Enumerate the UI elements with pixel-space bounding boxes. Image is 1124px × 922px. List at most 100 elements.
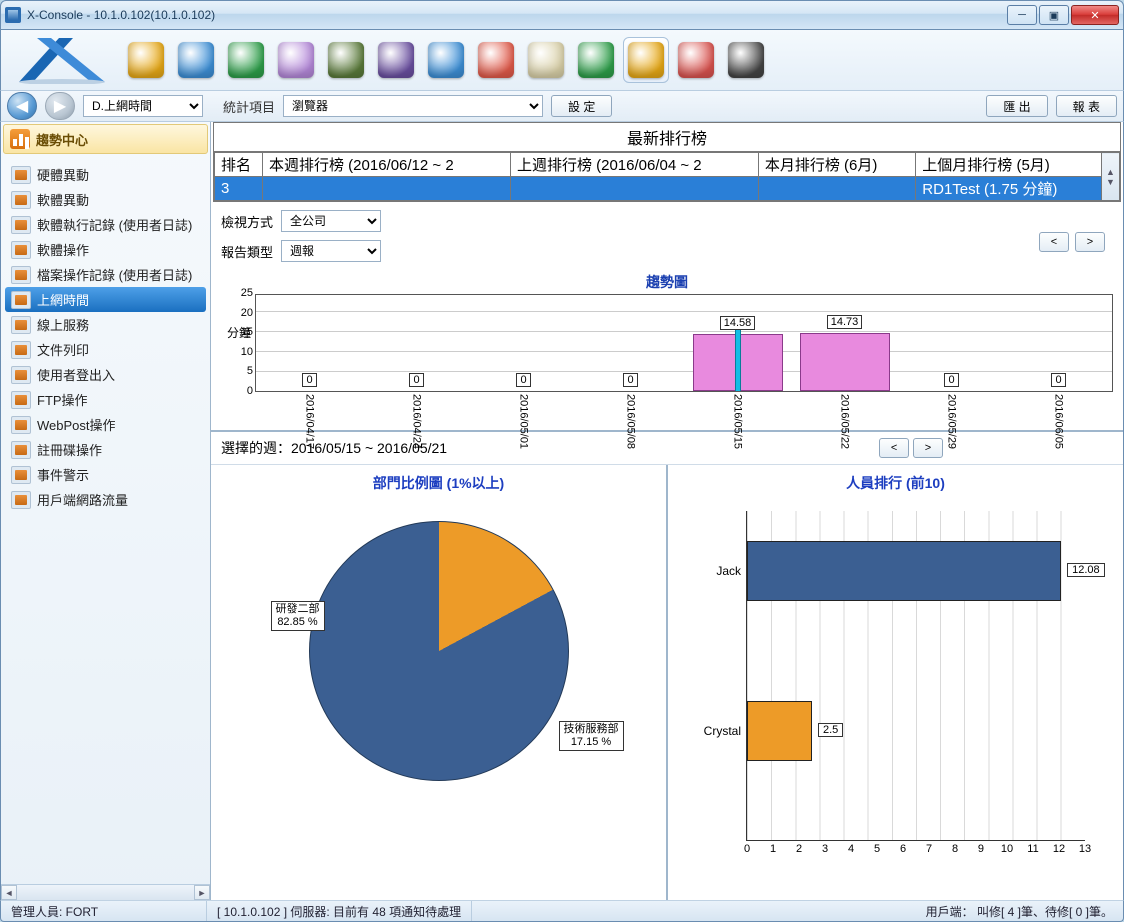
nav-back-button[interactable]: ◀: [7, 92, 37, 120]
sidebar-item-9[interactable]: FTP操作: [5, 387, 206, 412]
screen-export-icon: [428, 42, 464, 78]
week-prev-button[interactable]: <: [879, 438, 909, 458]
ranking-col-thismonth[interactable]: 本月排行榜 (6月): [758, 153, 915, 177]
calculator-icon: [728, 42, 764, 78]
trend-ytick: 15: [241, 326, 256, 338]
stats-label: 統計項目: [223, 97, 275, 116]
scroll-left-icon[interactable]: ◄: [1, 885, 17, 900]
sidebar-item-11[interactable]: 註冊碟操作: [5, 437, 206, 462]
week-next-button[interactable]: >: [913, 438, 943, 458]
window-title: X-Console - 10.1.0.102(10.1.0.102): [27, 8, 1007, 22]
sidebar-hscroll[interactable]: ◄ ►: [1, 884, 210, 900]
app-icon: [5, 7, 21, 23]
toolbar-globe[interactable]: [223, 37, 269, 83]
ranking-col-lastweek[interactable]: 上週排行榜 (2016/06/04 ~ 2: [510, 153, 758, 177]
ranking-row[interactable]: 3 RD1Test (1.75 分鐘): [215, 177, 1120, 201]
sidebar-item-2[interactable]: 軟體執行記錄 (使用者日誌): [5, 212, 206, 237]
sidebar-item-3[interactable]: 軟體操作: [5, 237, 206, 262]
export-button[interactable]: 匯 出: [986, 95, 1047, 117]
report-type-select[interactable]: 週報: [281, 240, 381, 262]
stats-select[interactable]: 瀏覽器: [283, 95, 543, 117]
hbar-category-label: Crystal: [704, 724, 747, 738]
trend-datalabel: 14.73: [827, 315, 863, 329]
toolbar-pie-chart[interactable]: [573, 37, 619, 83]
ranking-scroll-up[interactable]: ▲▼: [1102, 153, 1120, 201]
toolbar-pencil-chart[interactable]: [673, 37, 719, 83]
sidebar-item-10[interactable]: WebPost操作: [5, 412, 206, 437]
hbar-xtick: 1: [770, 840, 776, 855]
scroll-right-icon[interactable]: ►: [194, 885, 210, 900]
hbar-xtick: 5: [874, 840, 880, 855]
toolbar-trend-report[interactable]: [623, 37, 669, 83]
status-bar: 管理人員: FORT [ 10.1.0.102 ] 伺服器: 目前有 48 項通…: [0, 900, 1124, 922]
toolbar-settings-gear[interactable]: [123, 37, 169, 83]
sidebar-item-label: 用戶端網路流量: [37, 490, 128, 509]
trend-ytick: 25: [241, 287, 256, 299]
pie-label-1: 技術服務部17.15 %: [559, 721, 624, 751]
sidebar-item-13[interactable]: 用戶端網路流量: [5, 487, 206, 512]
category-select[interactable]: D.上網時間: [83, 95, 203, 117]
week-selector-row: 選擇的週：2016/05/15 ~ 2016/05/21 < >: [211, 432, 1123, 464]
view-mode-select[interactable]: 全公司: [281, 210, 381, 232]
minimize-button[interactable]: ─: [1007, 5, 1037, 25]
pencil-chart-icon: [678, 42, 714, 78]
trend-ytick: 5: [247, 365, 256, 377]
report-type-label: 報告類型: [221, 242, 273, 261]
clock-icon: [478, 42, 514, 78]
settings-gear-icon: [128, 42, 164, 78]
maximize-button[interactable]: ▣: [1039, 5, 1069, 25]
settings-button[interactable]: 設 定: [551, 95, 612, 117]
sidebar-item-5[interactable]: 上網時間: [5, 287, 206, 312]
hbar-xtick: 10: [1001, 840, 1013, 855]
trend-chart-title: 趨勢圖: [221, 270, 1113, 294]
sidebar-item-label: 檔案操作記錄 (使用者日誌): [37, 265, 192, 284]
close-button[interactable]: ✕: [1071, 5, 1119, 25]
sidebar-item-6[interactable]: 線上服務: [5, 312, 206, 337]
sidebar-item-7[interactable]: 文件列印: [5, 337, 206, 362]
trend-xtick: 2016/04/17: [304, 391, 316, 449]
trend-xtick: 2016/05/01: [518, 391, 530, 449]
pie-label-0: 研發二部82.85 %: [271, 601, 325, 631]
ranking-col-lastmonth[interactable]: 上個月排行榜 (5月): [916, 153, 1102, 177]
toolbar-calculator[interactable]: [723, 37, 769, 83]
chart-nav-arrows: < >: [1039, 232, 1105, 252]
toolbar-chip[interactable]: [323, 37, 369, 83]
ranking-col-rank[interactable]: 排名: [215, 153, 263, 177]
pie-chart-panel: 部門比例圖 (1%以上) 研發二部82.85 % 技術服務部17.15 %: [211, 465, 668, 900]
sidebar-item-8[interactable]: 使用者登出入: [5, 362, 206, 387]
sidebar-item-icon: [11, 491, 31, 509]
toolbar-screen-export[interactable]: [423, 37, 469, 83]
hbar-datalabel: 2.5: [818, 723, 843, 737]
sidebar-item-1[interactable]: 軟體異動: [5, 187, 206, 212]
nav-forward-button[interactable]: ▶: [45, 92, 75, 120]
sidebar-item-icon: [11, 466, 31, 484]
sidebar-item-label: 線上服務: [37, 315, 89, 334]
globe-icon: [228, 42, 264, 78]
monitor-icon: [178, 42, 214, 78]
sidebar-item-icon: [11, 316, 31, 334]
trend-xtick: 2016/05/08: [625, 391, 637, 449]
sidebar-item-0[interactable]: 硬體異動: [5, 162, 206, 187]
toolbar-screen-lock[interactable]: [373, 37, 419, 83]
toolbar-disc[interactable]: [273, 37, 319, 83]
ranking-col-thisweek[interactable]: 本週排行榜 (2016/06/12 ~ 2: [263, 153, 511, 177]
sidebar-item-label: 使用者登出入: [37, 365, 115, 384]
sidebar-item-12[interactable]: 事件警示: [5, 462, 206, 487]
toolbar-monitor[interactable]: [173, 37, 219, 83]
sidebar-header[interactable]: 趨勢中心: [3, 124, 208, 154]
trend-ytick: 20: [241, 307, 256, 319]
main-toolbar: [0, 30, 1124, 90]
hbar-xtick: 11: [1027, 840, 1038, 855]
report-button[interactable]: 報 表: [1056, 95, 1117, 117]
hbar-xtick: 6: [900, 840, 906, 855]
chart-next-button[interactable]: >: [1075, 232, 1105, 252]
status-server: [ 10.1.0.102 ] 伺服器: 目前有 48 項通知待處理: [207, 901, 472, 921]
toolbar-clipboard[interactable]: [523, 37, 569, 83]
toolbar-clock[interactable]: [473, 37, 519, 83]
sidebar-item-icon: [11, 191, 31, 209]
chart-prev-button[interactable]: <: [1039, 232, 1069, 252]
hbar-datalabel: 12.08: [1067, 563, 1105, 577]
app-logo: [7, 34, 117, 86]
trend-xtick: 2016/05/15: [732, 391, 744, 449]
sidebar-item-4[interactable]: 檔案操作記錄 (使用者日誌): [5, 262, 206, 287]
